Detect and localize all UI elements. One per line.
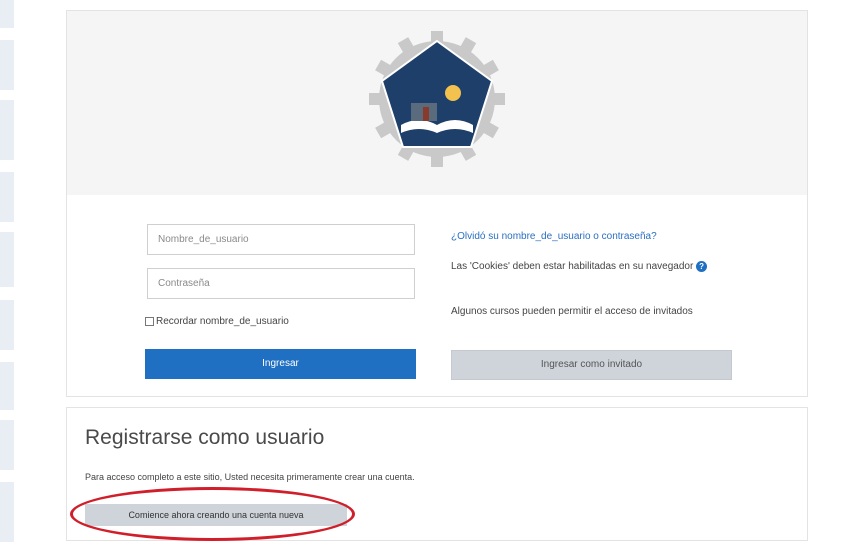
help-icon[interactable]: ? <box>696 260 708 272</box>
login-button[interactable]: Ingresar <box>145 349 416 379</box>
create-account-button[interactable]: Comience ahora creando una cuenta nueva <box>85 504 347 526</box>
login-card: Recordar nombre_de_usuario Ingresar ¿Olv… <box>66 10 808 397</box>
institution-logo <box>369 31 505 167</box>
forgot-password-link[interactable]: ¿Olvidó su nombre_de_usuario o contraseñ… <box>451 229 657 245</box>
signup-title: Registrarse como usuario <box>85 426 325 449</box>
cookies-notice-text: Las 'Cookies' deben estar habilitadas en… <box>451 261 694 272</box>
cookies-notice: Las 'Cookies' deben estar habilitadas en… <box>451 259 711 275</box>
remember-username[interactable]: Recordar nombre_de_usuario <box>145 316 289 327</box>
remember-checkbox[interactable] <box>145 317 154 326</box>
remember-label: Recordar nombre_de_usuario <box>156 316 289 327</box>
username-input[interactable] <box>147 224 415 255</box>
signup-description: Para acceso completo a este sitio, Usted… <box>85 472 415 482</box>
background-decoration <box>0 0 20 555</box>
logo-area <box>67 11 807 195</box>
guest-login-button[interactable]: Ingresar como invitado <box>451 350 732 380</box>
signup-card: Registrarse como usuario Para acceso com… <box>66 407 808 541</box>
guest-notice: Algunos cursos pueden permitir el acceso… <box>451 306 693 317</box>
password-input[interactable] <box>147 268 415 299</box>
